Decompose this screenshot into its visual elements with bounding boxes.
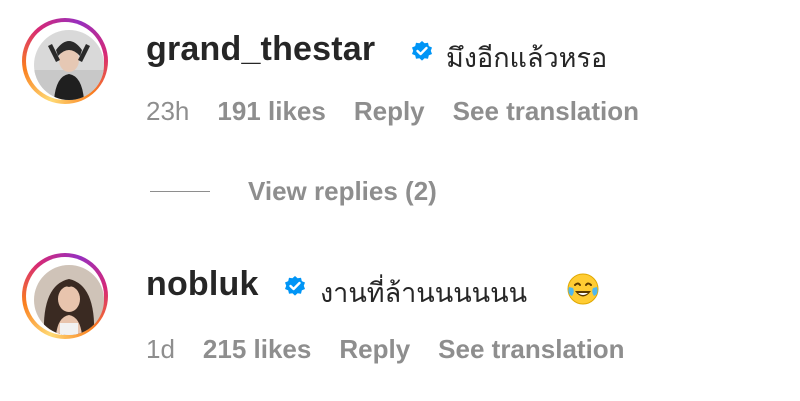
verified-badge-icon [412, 41, 432, 61]
avatar-photo [34, 30, 104, 100]
verified-badge-icon [285, 276, 305, 296]
comment-item: grand_thestar มึงอีกแล้วหรอ 23h 191 like… [0, 0, 800, 150]
reply-button[interactable]: Reply [339, 334, 410, 365]
avatar [34, 30, 104, 100]
comment-meta: 1d 215 likes Reply See translation [146, 334, 653, 365]
avatar-photo [34, 265, 104, 335]
comment-meta: 23h 191 likes Reply See translation [146, 96, 667, 127]
see-translation-button[interactable]: See translation [453, 96, 639, 127]
likes-count[interactable]: 191 likes [217, 96, 325, 127]
comment-time: 1d [146, 334, 175, 364]
face-with-tears-of-joy-icon [567, 273, 599, 305]
likes-count[interactable]: 215 likes [203, 334, 311, 365]
username[interactable]: grand_thestar [146, 30, 375, 69]
view-replies-line [150, 191, 210, 192]
avatar-gap [26, 257, 104, 335]
avatar-gap [26, 22, 104, 100]
avatar-story-ring[interactable] [22, 253, 108, 339]
see-translation-button[interactable]: See translation [438, 334, 624, 365]
avatar [34, 265, 104, 335]
comment-item: nobluk งานที่ล้านนนนนน 1d 215 likes Repl… [0, 240, 800, 390]
comment-time: 23h [146, 96, 190, 126]
reply-button[interactable]: Reply [354, 96, 425, 127]
view-replies-label: View replies (2) [248, 176, 437, 206]
comment-text: งานที่ล้านนนนนน [320, 278, 528, 309]
view-replies-button[interactable]: View replies (2) [150, 176, 437, 207]
comment-text: มึงอีกแล้วหรอ [446, 43, 608, 74]
username[interactable]: nobluk [146, 265, 259, 304]
avatar-story-ring[interactable] [22, 18, 108, 104]
